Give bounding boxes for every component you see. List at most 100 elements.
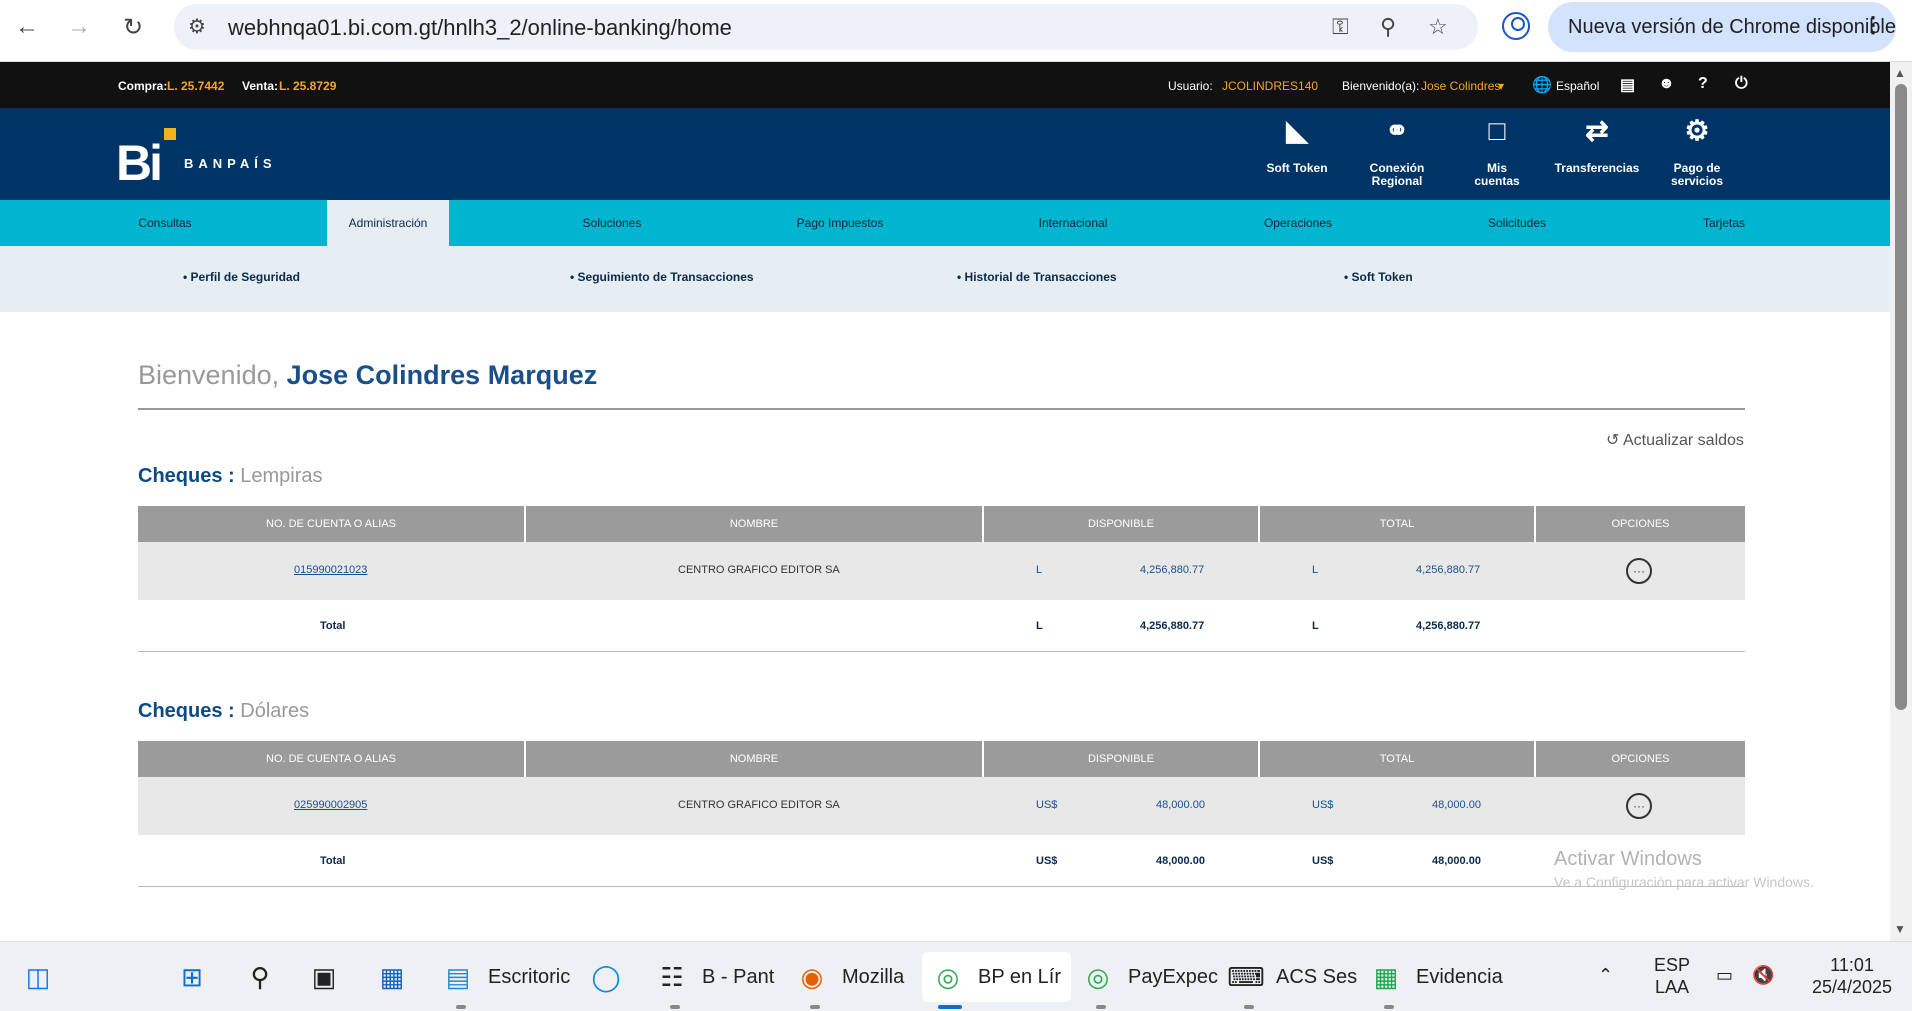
lang-layout: LAA: [1654, 977, 1690, 997]
power-icon[interactable]: ⏻: [1735, 75, 1748, 93]
total-available-amount: 48,000.00: [1156, 855, 1205, 867]
account-name: CENTRO GRAFICO EDITOR SA: [678, 799, 840, 811]
reload-icon[interactable]: ↻: [116, 10, 150, 44]
taskbar-app[interactable]: ☷ B - Pant: [654, 952, 774, 1002]
taskbar-app[interactable]: ◉ Mozilla: [794, 952, 905, 1002]
taskbar-app-label: BP en Lír: [978, 965, 1062, 988]
volume-muted-icon[interactable]: 🔇: [1752, 964, 1774, 986]
section-account-type: Cheques :: [138, 465, 235, 487]
widgets-button[interactable]: ◫: [20, 952, 68, 1002]
taskbar-app[interactable]: ◯: [588, 952, 636, 1002]
available-currency: US$: [1036, 799, 1058, 811]
scrollbar-thumb[interactable]: [1895, 84, 1907, 710]
welcome-name: Jose Colindres Marquez: [286, 360, 598, 390]
running-indicator: [810, 1005, 820, 1009]
url-text[interactable]: webhnqa01.bi.com.gt/hnlh3_2/online-banki…: [228, 15, 732, 41]
quick-link-transferencias[interactable]: ⇄ Transferencias: [1547, 117, 1647, 175]
tab-consultas[interactable]: Consultas: [110, 200, 220, 246]
network-status-icon[interactable]: ▭: [1716, 964, 1733, 986]
table-header: NO. DE CUENTA O ALIAS NOMBRE DISPONIBLE …: [138, 741, 1745, 777]
account-number-link[interactable]: 025990002905: [294, 799, 367, 811]
refresh-balances-button[interactable]: ↺ Actualizar saldos: [1606, 430, 1744, 450]
column-header: OPCIONES: [1611, 753, 1670, 765]
options-menu-icon[interactable]: ···: [1626, 558, 1652, 584]
task-view-button[interactable]: ▣: [306, 952, 354, 1002]
tab-tarjetas[interactable]: Tarjetas: [1674, 200, 1774, 246]
total-available-amount: 4,256,880.77: [1140, 620, 1205, 632]
taskbar-app-label: Escritoric: [488, 965, 571, 988]
zoom-icon[interactable]: ⚲: [1380, 14, 1396, 40]
subnav-item-perfil-seguridad[interactable]: • Perfil de Seguridad: [183, 270, 300, 284]
subnav-label: Seguimiento de Transacciones: [577, 270, 754, 284]
tab-soluciones[interactable]: Soluciones: [552, 200, 672, 246]
quick-link-mis-cuentas[interactable]: □ Mis cuentas: [1447, 115, 1547, 188]
quick-link-label: Pago de servicios: [1670, 161, 1724, 188]
account-number-link[interactable]: 015990021023: [294, 564, 367, 576]
user-settings-icon[interactable]: ☻: [1658, 75, 1675, 93]
column-header: TOTAL: [1260, 506, 1536, 542]
user-menu[interactable]: Jose Colindres: [1421, 79, 1500, 93]
quick-link-conexion-regional[interactable]: ⚭ Conexión Regional: [1347, 117, 1447, 188]
language-indicator[interactable]: ESP LAA: [1652, 954, 1692, 998]
total-currency: US$: [1312, 799, 1334, 811]
total-amount: 4,256,880.77: [1416, 564, 1481, 576]
clock[interactable]: 11:01 25/4/2025: [1802, 954, 1902, 998]
account-name: CENTRO GRAFICO EDITOR SA: [678, 564, 840, 576]
chrome-update-button[interactable]: Nueva versión de Chrome disponible ⋮: [1548, 2, 1896, 52]
address-bar[interactable]: ⚙ webhnqa01.bi.com.gt/hnlh3_2/online-ban…: [174, 4, 1478, 50]
options-menu-icon[interactable]: ···: [1626, 793, 1652, 819]
taskbar-app[interactable]: ⌨ ACS Ses: [1227, 952, 1357, 1002]
total-amount: 48,000.00: [1432, 799, 1481, 811]
help-icon[interactable]: ?: [1698, 75, 1708, 93]
subnav-item-soft-token[interactable]: • Soft Token: [1344, 270, 1413, 284]
more-menu-icon[interactable]: ⋮: [1862, 12, 1884, 38]
quick-link-pago-servicios[interactable]: ⚙ Pago de servicios: [1647, 117, 1747, 188]
search-icon: ⚲: [250, 961, 270, 992]
message-icon[interactable]: ▤: [1620, 75, 1635, 95]
total-total-currency: US$: [1312, 855, 1334, 867]
start-button[interactable]: ⊞: [174, 952, 222, 1002]
tab-pago-impuestos[interactable]: Pago Impuestos: [770, 200, 910, 246]
exchange-rate-bar: Compra: L. 25.7442 Venta: L. 25.8729 Usu…: [0, 62, 1890, 108]
scroll-up-icon[interactable]: ▲: [1894, 66, 1906, 80]
wallet-icon: □: [1488, 115, 1506, 146]
quick-link-soft-token[interactable]: ◣ Soft Token: [1247, 117, 1347, 175]
taskbar-app-active[interactable]: ◎ BP en Lír: [922, 952, 1072, 1002]
site-settings-icon[interactable]: ⚙: [188, 14, 206, 39]
column-header: NOMBRE: [526, 741, 984, 777]
chevron-down-icon[interactable]: ▾: [1498, 79, 1504, 93]
total-available-currency: US$: [1036, 855, 1058, 867]
total-total-currency: L: [1312, 620, 1319, 632]
taskbar-app[interactable]: ▤ Escritoric: [440, 952, 571, 1002]
store-button[interactable]: ▦: [374, 952, 422, 1002]
search-button[interactable]: ⚲: [242, 952, 290, 1002]
active-indicator: [938, 1005, 962, 1009]
profile-icon[interactable]: [1502, 12, 1530, 40]
tray-overflow-icon[interactable]: ⌃: [1598, 964, 1613, 986]
taskbar-app[interactable]: ▦ Evidencia: [1368, 952, 1503, 1002]
usuario-label: Usuario:: [1168, 79, 1213, 93]
total-currency: L: [1312, 564, 1319, 576]
language-selector[interactable]: Español: [1556, 79, 1599, 93]
accounts-table-lempiras: NO. DE CUENTA O ALIAS NOMBRE DISPONIBLE …: [138, 506, 1745, 652]
tab-operaciones[interactable]: Operaciones: [1238, 200, 1358, 246]
tab-solicitudes[interactable]: Solicitudes: [1457, 200, 1577, 246]
total-label: Total: [320, 620, 346, 632]
page-scrollbar[interactable]: ▲ ▼: [1890, 62, 1912, 941]
running-indicator: [670, 1005, 680, 1009]
subnav-item-historial[interactable]: • Historial de Transacciones: [957, 270, 1117, 284]
bookmark-star-icon[interactable]: ☆: [1428, 14, 1448, 40]
taskbar-app[interactable]: ◎ PayExpec: [1080, 952, 1218, 1002]
globe-icon[interactable]: 🌐: [1532, 75, 1552, 95]
scroll-down-icon[interactable]: ▼: [1894, 922, 1906, 936]
bank-logo[interactable]: Bi: [116, 134, 163, 192]
tab-internacional[interactable]: Internacional: [1013, 200, 1133, 246]
subnav-item-seguimiento[interactable]: • Seguimiento de Transacciones: [570, 270, 754, 284]
key-icon[interactable]: ⚿: [1332, 14, 1349, 40]
back-icon[interactable]: ←: [10, 10, 44, 44]
subnav-label: Historial de Transacciones: [964, 270, 1117, 284]
section-account-type: Cheques :: [138, 700, 235, 722]
tab-administracion[interactable]: Administración: [327, 200, 449, 246]
divider: [138, 408, 1745, 410]
forward-icon[interactable]: →: [62, 10, 96, 44]
